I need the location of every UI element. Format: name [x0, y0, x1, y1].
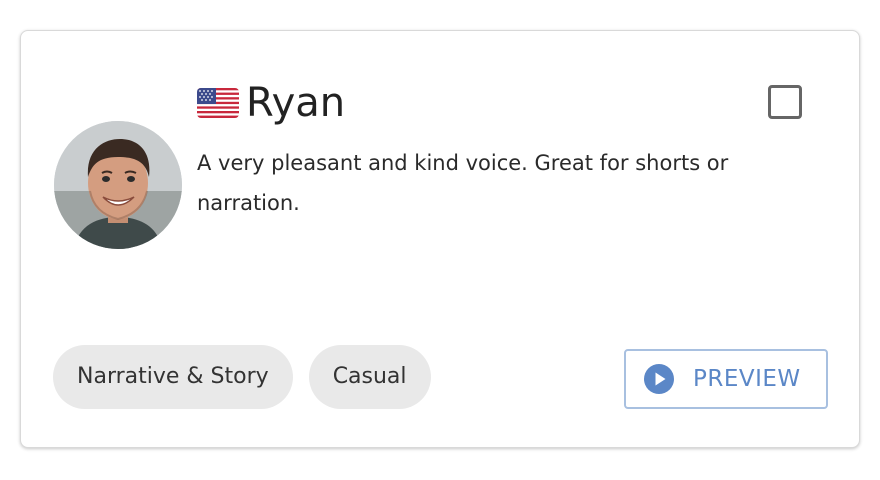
avatar [54, 121, 182, 249]
voice-card: Ryan A very pleasant and kind voice. Gre… [20, 30, 860, 448]
preview-label: PREVIEW [693, 366, 801, 392]
play-circle-icon [643, 363, 675, 395]
tag-list: Narrative & Story Casual [53, 345, 431, 409]
tag-casual[interactable]: Casual [308, 345, 431, 409]
preview-button[interactable]: PREVIEW [624, 349, 828, 409]
tag-narrative-story[interactable]: Narrative & Story [53, 345, 293, 409]
voice-description: A very pleasant and kind voice. Great fo… [197, 151, 729, 215]
select-voice-checkbox[interactable] [768, 85, 802, 119]
us-flag-icon [197, 88, 239, 118]
voice-name: Ryan [246, 80, 346, 126]
